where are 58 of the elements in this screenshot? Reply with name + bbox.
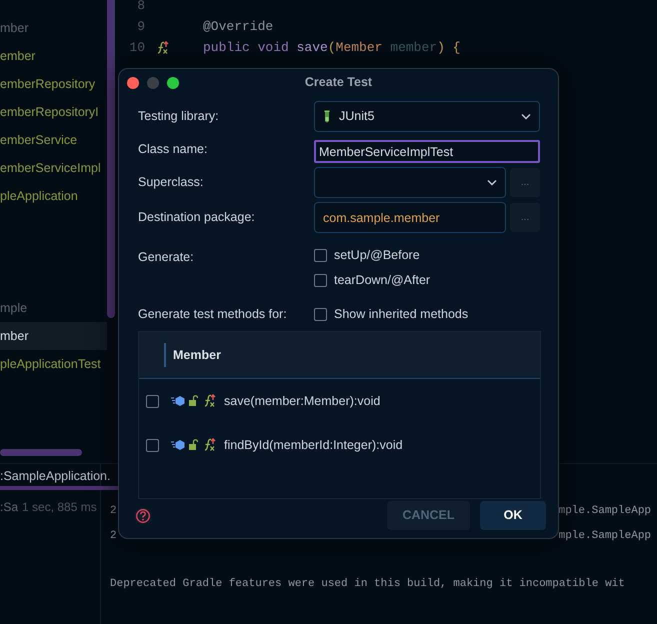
scrollbar[interactable] xyxy=(107,0,115,318)
lock-icon xyxy=(188,439,198,451)
tree-item[interactable]: ember xyxy=(0,42,107,70)
line-number: 8 xyxy=(136,0,145,15)
tree-item[interactable]: emberRepositoryI xyxy=(0,98,107,126)
function-icon xyxy=(202,438,216,452)
tree-item[interactable]: mber xyxy=(0,14,107,42)
checkbox[interactable] xyxy=(314,308,327,321)
field-label: Class name: xyxy=(138,141,208,158)
method-signature[interactable]: save(member:Member):void xyxy=(224,392,380,410)
console-text: 2 xyxy=(110,529,117,544)
column-header: Member xyxy=(164,343,221,367)
tree-item[interactable]: pleApplicationTest xyxy=(0,350,107,378)
checkbox[interactable] xyxy=(146,438,159,452)
tree-item[interactable]: mple xyxy=(0,294,107,322)
cube-icon xyxy=(171,439,185,451)
package-field[interactable]: com.sample.member xyxy=(314,202,506,233)
ok-button[interactable]: OK xyxy=(480,501,546,530)
method-signature[interactable]: findById(memberId:Integer):void xyxy=(224,436,403,454)
field-label: Testing library: xyxy=(138,108,220,126)
chevron-down-icon xyxy=(487,179,497,186)
tree-item[interactable]: pleApplication xyxy=(0,182,107,210)
function-icon xyxy=(202,394,216,408)
checkbox-label[interactable]: setUp/@Before xyxy=(334,246,420,265)
field-label: Superclass: xyxy=(138,174,204,192)
tree-item[interactable]: mber xyxy=(0,322,107,350)
tree-item[interactable]: emberRepository xyxy=(0,70,107,98)
cube-icon xyxy=(171,395,185,407)
field-label: Generate: xyxy=(138,249,195,266)
class-name-field[interactable]: MemberServiceImplTest xyxy=(314,140,540,163)
tree-item[interactable]: emberService xyxy=(0,126,107,154)
line-number: 9 xyxy=(136,18,145,36)
code-line: public void save(Member member) { xyxy=(202,39,460,57)
checkbox[interactable] xyxy=(314,249,327,262)
lock-icon xyxy=(188,395,198,407)
run-item[interactable]: :Sa xyxy=(0,498,18,516)
chevron-down-icon xyxy=(521,113,531,120)
scrollbar[interactable] xyxy=(0,449,82,456)
tree-item[interactable]: emberServiceImpl xyxy=(0,154,107,182)
console-line: Deprecated Gradle features were used in this build, making it incompatible wit xyxy=(110,577,626,592)
code-line: @Override xyxy=(202,18,274,36)
help-icon xyxy=(134,506,152,524)
checkbox[interactable] xyxy=(146,394,159,408)
console-text: 2 xyxy=(110,504,117,519)
duration-text: 1 sec, 885 ms xyxy=(22,499,97,516)
library-dropdown[interactable]: JUnit5 xyxy=(314,101,540,132)
dialog-title: Create Test xyxy=(304,74,372,92)
zoom-button[interactable] xyxy=(167,76,179,88)
field-label: Destination package: xyxy=(138,209,256,226)
line-number: 10 xyxy=(128,39,145,57)
checkbox[interactable] xyxy=(314,274,327,287)
console-text: mple.SampleApp xyxy=(558,529,652,544)
console-text: mple.SampleApp xyxy=(558,504,652,519)
close-button[interactable] xyxy=(127,76,139,88)
checkbox-label[interactable]: tearDown/@After xyxy=(334,271,430,290)
test-tube-icon xyxy=(323,110,331,124)
checkbox-label[interactable]: Show inherited methods xyxy=(334,305,468,324)
field-label: Generate test methods for: xyxy=(138,306,288,324)
